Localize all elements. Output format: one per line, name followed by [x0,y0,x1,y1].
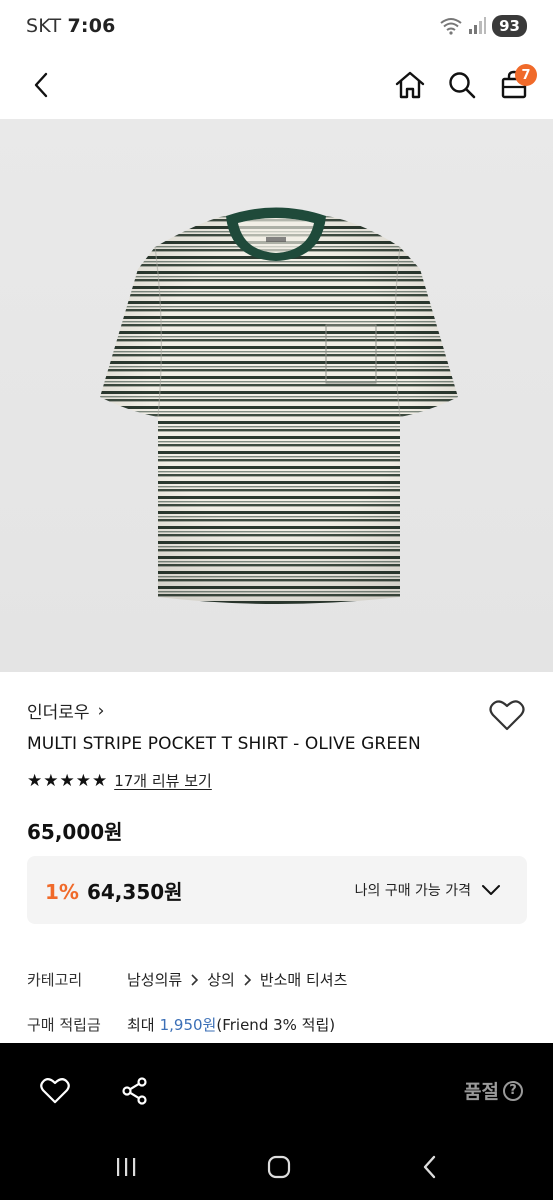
carrier-label: SKT [26,15,62,37]
my-price-box[interactable]: 1% 64,350원 나의 구매 가능 가격 [27,856,527,924]
home-circle-icon [268,1155,291,1179]
wishlist-button[interactable] [489,699,525,733]
discount-rate: 1% [45,879,79,904]
category-row: 카테고리 남성의류 상의 반소매 티셔츠 [27,969,347,990]
wifi-icon [440,18,462,35]
brand-link[interactable]: 인더로우 › [27,698,105,724]
recent-apps-icon [117,1158,136,1176]
product-image[interactable] [0,119,553,672]
status-bar: SKT 7:06 93 [0,0,553,52]
discount-price: 64,350원 [86,879,183,904]
brand-name: 인더로우 [27,703,90,723]
search-button[interactable] [443,66,481,104]
points-prefix: 최대 [127,1016,155,1034]
product-name: MULTI STRIPE POCKET T SHIRT - OLIVE GREE… [27,734,421,754]
recent-apps-button[interactable] [114,1156,138,1182]
heart-outline-icon [489,700,525,731]
product-price: 65,000원 [27,820,123,844]
chevron-right-icon [191,973,199,986]
share-icon [122,1076,147,1105]
cart-count-badge: 7 [515,64,537,86]
category-label: 카테고리 [27,971,83,989]
share-button[interactable] [116,1072,154,1110]
chevron-right-icon: › [97,700,105,721]
discount-price-group: 1% 64,350원 [45,876,183,905]
category-path: 남성의류 상의 반소매 티셔츠 [127,969,347,990]
home-icon [395,71,425,99]
rating-row: ★★★★★ 17개 리뷰 보기 [27,770,212,791]
points-suffix: (Friend 3% 적립) [216,1016,336,1034]
back-arrow-icon [423,1155,436,1179]
soldout-label: 품절 [464,1081,499,1103]
points-amount-text: 1,950원 [159,1016,217,1034]
bottom-action-bar: 품절 ? [0,1043,553,1138]
chevron-down-icon [482,885,500,895]
status-right: 93 [440,15,527,37]
points-value: 최대 1,950원(Friend 3% 적립) [127,1014,335,1035]
star-rating-icons: ★★★★★ [27,770,109,791]
cart-button[interactable]: 7 [495,64,537,104]
my-price-label: 나의 구매 가능 가격 [354,883,471,899]
help-icon[interactable]: ? [503,1080,523,1101]
category-link-3[interactable]: 반소매 티셔츠 [260,969,348,990]
action-icons [36,1072,154,1110]
home-system-button[interactable] [266,1154,292,1184]
system-navigation-bar [0,1138,553,1200]
review-link[interactable]: 17개 리뷰 보기 [114,770,212,791]
header: 7 [0,52,553,118]
back-system-button[interactable] [421,1155,439,1183]
my-price-toggle[interactable]: 나의 구매 가능 가격 [355,880,501,900]
category-link-1[interactable]: 남성의류 [127,969,182,990]
clock: 7:06 [67,15,116,37]
search-icon [449,72,476,99]
heart-icon [40,1078,70,1104]
battery-indicator: 93 [492,15,527,37]
header-actions: 7 [391,64,537,104]
points-amount: 1,950원(Friend 3% 적립) [160,1014,336,1035]
like-button[interactable] [36,1072,74,1110]
striped-tshirt-image [100,207,458,604]
chevron-left-icon [34,72,48,98]
status-left: SKT 7:06 [26,15,116,37]
category-link-2[interactable]: 상의 [207,969,235,990]
signal-icon [469,17,487,34]
points-row: 구매 적립금 최대 1,950원(Friend 3% 적립) [27,1014,335,1035]
home-button[interactable] [391,66,429,104]
chevron-right-icon [244,973,251,986]
soldout-status[interactable]: 품절 ? [464,1077,523,1104]
back-button[interactable] [22,66,60,104]
points-label: 구매 적립금 [27,1016,101,1034]
